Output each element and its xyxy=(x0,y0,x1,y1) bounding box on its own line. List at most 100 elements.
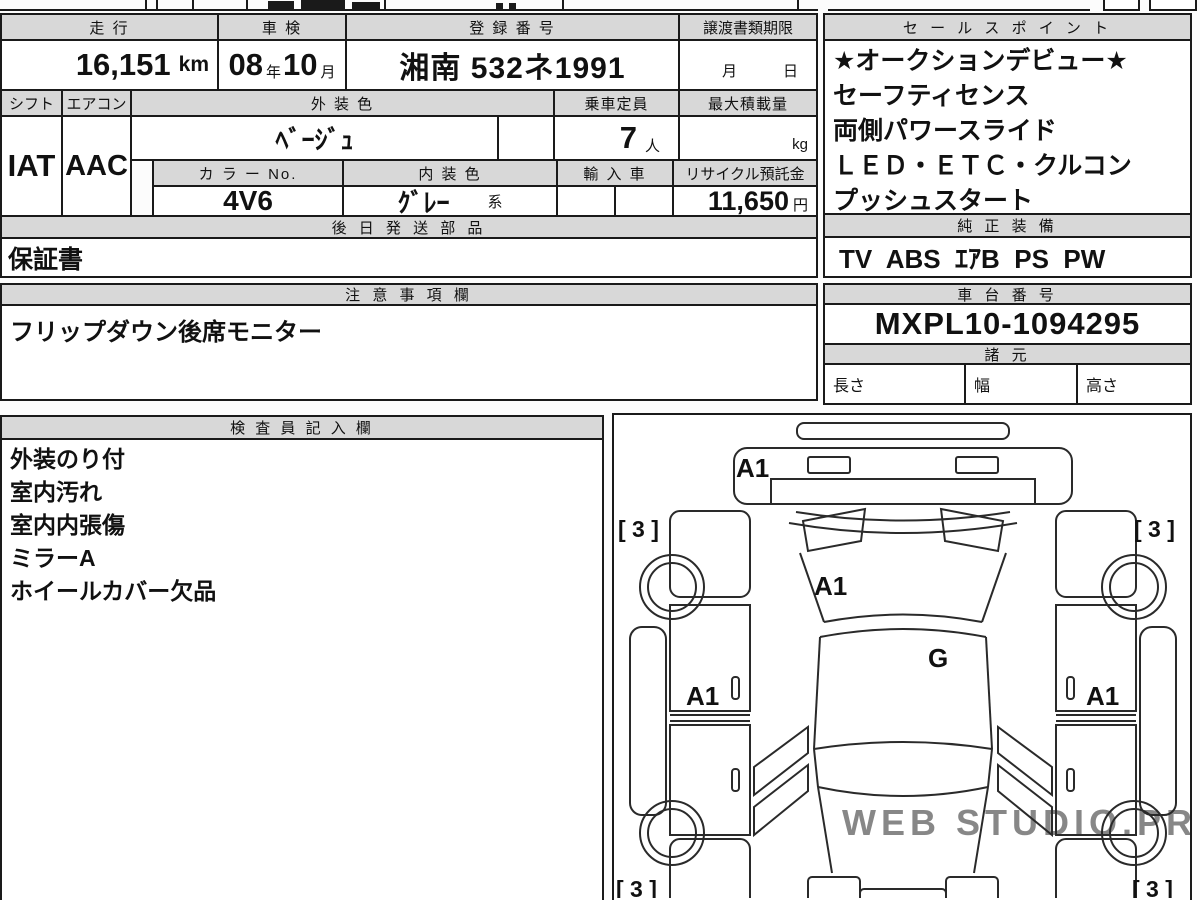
interior-color-value: ｸﾞﾚｰ 系 xyxy=(342,185,558,217)
equipment-header: 純 正 装 備 xyxy=(823,213,1192,238)
registration-value: 湘南 532ネ1991 xyxy=(345,39,680,91)
watermark-text: WEB STUDIO.PRO xyxy=(842,802,1190,843)
windshield-base-arc xyxy=(824,615,982,623)
car-top-view-diagram: WEB STUDIO.PRO xyxy=(614,415,1190,898)
roof-side-right xyxy=(986,637,992,749)
headlight-left xyxy=(808,457,850,473)
transfer-month-label: 月 xyxy=(722,60,737,81)
front-fender-right xyxy=(1056,511,1136,597)
wheel-front-right-inner xyxy=(1110,563,1158,611)
capacity-unit: 人 xyxy=(645,135,660,156)
interior-color-header: 内 装 色 xyxy=(342,159,558,187)
shift-header: シフト xyxy=(0,89,63,117)
sales-points-body: ★オークションデビュー★ セーフティセンス 両側パワースライド ＬＥＤ・ＥＴＣ・… xyxy=(823,39,1192,215)
transfer-day-label: 日 xyxy=(783,60,798,81)
exterior-color-header: 外 装 色 xyxy=(130,89,555,117)
sales-point-line: ★オークションデビュー★ xyxy=(833,44,1182,79)
roof-side-left xyxy=(814,637,820,749)
specs-header: 諸 元 xyxy=(823,343,1192,365)
chassis-value: MXPL10-1094295 xyxy=(823,303,1192,345)
door-handle xyxy=(1067,769,1074,791)
spec-height-cell: 高さ xyxy=(1076,363,1192,405)
rear-bumper-right xyxy=(946,877,998,898)
notes-text: フリップダウン後席モニター xyxy=(2,306,816,353)
mark-front-bumper: A1 xyxy=(736,453,769,483)
windshield-side-right xyxy=(982,553,1006,622)
sales-point-line: セーフティセンス xyxy=(833,79,1182,114)
import-car-cell-2 xyxy=(614,185,674,217)
bumper-recess xyxy=(771,479,1035,504)
shipped-later-value: 保証書 xyxy=(0,237,818,278)
capacity-number: 7 xyxy=(620,120,637,156)
top-strip-tick xyxy=(192,0,194,9)
door-handle xyxy=(732,769,739,791)
rear-fender-left xyxy=(670,839,750,898)
car-diagram-panel: WEB STUDIO.PRO xyxy=(612,413,1192,900)
inspection-header: 車 検 xyxy=(217,13,347,41)
inspection-year-suffix: 年 xyxy=(266,61,281,82)
top-strip-tick xyxy=(145,0,147,9)
top-strip-tick xyxy=(156,0,158,9)
rear-window-side-right xyxy=(988,749,992,787)
top-strip-line-right xyxy=(828,9,1090,11)
top-strip-text-fragment xyxy=(509,3,516,9)
side-rail-right xyxy=(1140,627,1176,815)
chassis-header: 車 台 番 号 xyxy=(823,283,1192,305)
front-bumper xyxy=(734,448,1072,504)
inspection-month: 10 xyxy=(283,47,317,83)
recycle-deposit-value: 11,650 円 xyxy=(672,185,818,217)
top-strip-line-left xyxy=(0,9,818,11)
mileage-number: 16,151 xyxy=(76,47,171,83)
exterior-color-value: ﾍﾞｰｼﾞｭ xyxy=(130,115,499,161)
import-car-cell-1 xyxy=(556,185,616,217)
sales-point-line: ＬＥＤ・ＥＴＣ・クルコン xyxy=(833,149,1182,184)
top-strip-text-fragment xyxy=(268,1,294,9)
top-strip-tick xyxy=(562,0,564,9)
mileage-header: 走 行 xyxy=(0,13,219,41)
mileage-value: 16,151 km xyxy=(0,39,219,91)
inspection-value: 08 年 10 月 xyxy=(217,39,347,91)
roof-bar xyxy=(797,423,1009,439)
rear-bumper-center xyxy=(860,889,946,898)
max-load-value: kg xyxy=(678,115,818,161)
recycle-deposit-unit: 円 xyxy=(793,194,808,215)
tire-label-rear-right: [ 3 ] xyxy=(1132,876,1173,898)
quarter-panel-left xyxy=(754,765,808,835)
door-handle xyxy=(732,677,739,699)
inspector-notes-header: 検 査 員 記 入 欄 xyxy=(2,417,602,440)
hatch-side-left xyxy=(818,787,832,873)
equipment-value: TV ABS ｴｱB PS PW xyxy=(823,236,1192,278)
top-strip-tick xyxy=(797,0,799,9)
notes-body: フリップダウン後席モニター xyxy=(0,304,818,401)
import-car-header: 輸 入 車 xyxy=(556,159,674,187)
sales-points-header: セ ー ル ス ポ イ ン ト xyxy=(823,13,1192,41)
capacity-value: 7 人 xyxy=(553,115,680,161)
door-divider-left xyxy=(670,715,750,721)
wheel-rear-left xyxy=(640,801,704,865)
inspector-note-line: ホイールカバー欠品 xyxy=(10,575,594,608)
tire-label-rear-left: [ 3 ] xyxy=(616,876,657,898)
inspector-note-line: 外装のり付 xyxy=(10,443,594,476)
interior-color-suffix: 系 xyxy=(488,191,503,212)
inspection-month-suffix: 月 xyxy=(320,61,335,82)
wheel-rear-left-inner xyxy=(648,809,696,857)
top-strip-cut-cell xyxy=(1149,0,1197,11)
rear-bumper-left xyxy=(808,877,860,898)
top-strip-tick xyxy=(246,0,248,9)
top-strip-text-fragment xyxy=(496,3,503,9)
color-no-header: カ ラ ー No. xyxy=(152,159,344,187)
cowl-arc xyxy=(789,523,1017,533)
wheel-front-right xyxy=(1102,555,1166,619)
top-strip-text-fragment xyxy=(301,0,345,9)
aircon-header: エアコン xyxy=(61,89,132,117)
inspector-notes-panel: 検 査 員 記 入 欄 外装のり付 室内汚れ 室内内張傷 ミラーA ホイールカバ… xyxy=(0,415,604,900)
roof-front-arc xyxy=(820,629,986,637)
tire-label-front-right: [ 3 ] xyxy=(1134,516,1175,542)
aircon-value: AAC xyxy=(61,115,132,217)
mark-hood: A1 xyxy=(814,571,847,601)
inspection-year: 08 xyxy=(229,47,263,83)
front-fender-left xyxy=(670,511,750,597)
side-rail-left xyxy=(630,627,666,815)
inspector-note-line: ミラーA xyxy=(10,542,594,575)
inspector-note-line: 室内汚れ xyxy=(10,476,594,509)
